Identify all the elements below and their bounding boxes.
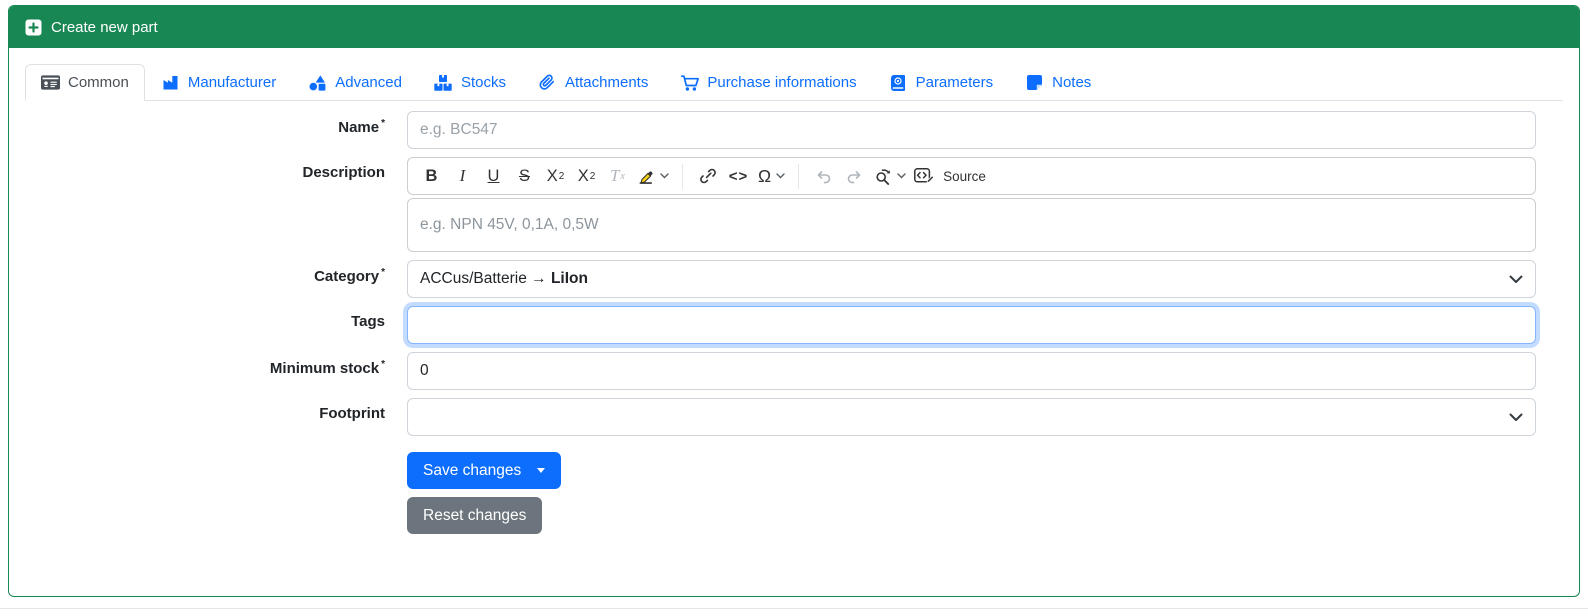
footprint-row: Footprint xyxy=(25,398,1563,436)
tab-bar: Common Manufacturer Advanced Stocks Atta… xyxy=(25,64,1563,101)
factory-icon xyxy=(161,75,180,90)
chevron-down-icon xyxy=(660,173,669,179)
undo-icon xyxy=(815,169,832,184)
omega-icon: Ω xyxy=(758,165,772,186)
tab-label: Stocks xyxy=(460,74,506,91)
link-button[interactable] xyxy=(692,161,723,191)
name-row: Name * xyxy=(25,111,1563,149)
minimum-stock-input[interactable] xyxy=(407,352,1536,390)
toolbar-separator xyxy=(682,163,683,189)
tab-advanced[interactable]: Advanced xyxy=(292,64,418,101)
page: Create new part Common Manufacturer Adva… xyxy=(0,0,1588,616)
tab-label: Manufacturer xyxy=(187,74,277,91)
redo-button xyxy=(839,161,870,191)
tab-attachments[interactable]: Attachments xyxy=(522,64,664,101)
required-asterisk: * xyxy=(381,359,385,370)
tags-row: Tags xyxy=(25,306,1563,344)
tags-input[interactable] xyxy=(407,306,1536,344)
redo-icon xyxy=(846,169,863,184)
required-asterisk: * xyxy=(381,118,385,129)
tab-purchase-informations[interactable]: Purchase informations xyxy=(664,64,872,101)
description-editor[interactable]: e.g. NPN 45V, 0,1A, 0,5W xyxy=(407,198,1536,252)
description-label: Description xyxy=(302,164,385,181)
paperclip-icon xyxy=(538,74,557,91)
required-asterisk: * xyxy=(381,267,385,278)
card-body: Common Manufacturer Advanced Stocks Atta… xyxy=(9,48,1579,534)
shopping-cart-icon xyxy=(680,74,699,91)
toolbar-separator xyxy=(798,163,800,189)
footprint-select[interactable] xyxy=(407,398,1536,436)
italic-button[interactable]: I xyxy=(447,161,478,191)
plus-square-icon xyxy=(25,19,42,36)
special-character-button[interactable]: Ω xyxy=(754,161,789,191)
tab-manufacturer[interactable]: Manufacturer xyxy=(145,64,292,101)
id-card-icon xyxy=(41,75,60,90)
highlight-button[interactable] xyxy=(633,161,673,191)
subscript-button[interactable]: X2 xyxy=(540,161,571,191)
actions-row: Save changes Reset changes xyxy=(25,452,1563,534)
tab-label: Notes xyxy=(1052,74,1092,91)
tags-label: Tags xyxy=(351,313,385,330)
category-select[interactable]: ACCus/Batterie → LiIon xyxy=(407,260,1536,298)
minimum-stock-row: Minimum stock * xyxy=(25,352,1563,390)
create-part-card: Create new part Common Manufacturer Adva… xyxy=(8,5,1580,597)
link-icon xyxy=(699,168,716,184)
underline-button[interactable]: U xyxy=(478,161,509,191)
shapes-icon xyxy=(308,74,327,91)
find-replace-icon xyxy=(874,168,892,185)
tab-label: Attachments xyxy=(564,74,649,91)
category-value-selected: LiIon xyxy=(550,270,588,287)
source-label: Source xyxy=(943,168,986,184)
tab-common[interactable]: Common xyxy=(25,64,145,101)
superscript-button[interactable]: X2 xyxy=(571,161,602,191)
description-placeholder: e.g. NPN 45V, 0,1A, 0,5W xyxy=(420,216,599,233)
tab-notes[interactable]: Notes xyxy=(1009,64,1107,101)
tab-label: Parameters xyxy=(915,74,994,91)
boxes-icon xyxy=(434,74,453,91)
source-button[interactable]: Source xyxy=(910,161,990,191)
undo-button xyxy=(808,161,839,191)
card-header: Create new part xyxy=(9,6,1579,48)
code-button[interactable]: <> xyxy=(723,161,754,191)
save-changes-button[interactable]: Save changes xyxy=(407,452,562,489)
tab-parameters[interactable]: Parameters xyxy=(873,64,1010,101)
reset-changes-button[interactable]: Reset changes xyxy=(407,497,543,534)
bold-button[interactable]: B xyxy=(416,161,447,191)
sticky-note-icon xyxy=(1025,75,1044,90)
part-form: Name* Description B I U S X2 xyxy=(25,111,1563,534)
minimum-stock-label: Minimum stock * xyxy=(269,359,385,377)
source-code-icon xyxy=(914,168,934,184)
editor-toolbar: B I U S X2 X2 Tx <> Ω Source xyxy=(407,157,1536,195)
page-divider xyxy=(0,608,1588,609)
tab-label: Common xyxy=(68,74,129,91)
chevron-down-icon xyxy=(1509,413,1523,422)
tab-label: Advanced xyxy=(335,74,402,91)
chevron-down-icon xyxy=(1509,275,1523,284)
book-icon xyxy=(889,74,908,91)
highlighter-icon xyxy=(637,167,655,185)
strikethrough-button[interactable]: S xyxy=(509,161,540,191)
description-row: Description B I U S X2 X2 Tx <> Ω Source… xyxy=(25,157,1563,252)
name-input[interactable] xyxy=(407,111,1536,149)
footprint-label: Footprint xyxy=(319,405,385,422)
category-row: Category * ACCus/Batterie → LiIon xyxy=(25,260,1563,298)
name-label: Name * xyxy=(338,118,385,136)
page-title: Create new part xyxy=(51,18,158,36)
category-label: Category * xyxy=(314,267,385,285)
chevron-down-icon xyxy=(776,173,785,179)
tab-label: Purchase informations xyxy=(707,74,857,91)
category-value-path: ACCus/Batterie → xyxy=(420,270,551,287)
chevron-down-icon xyxy=(897,173,906,179)
caret-down-icon xyxy=(537,468,546,473)
tab-stocks[interactable]: Stocks xyxy=(418,64,522,101)
remove-format-button: Tx xyxy=(610,166,625,185)
find-replace-button[interactable] xyxy=(870,161,910,191)
